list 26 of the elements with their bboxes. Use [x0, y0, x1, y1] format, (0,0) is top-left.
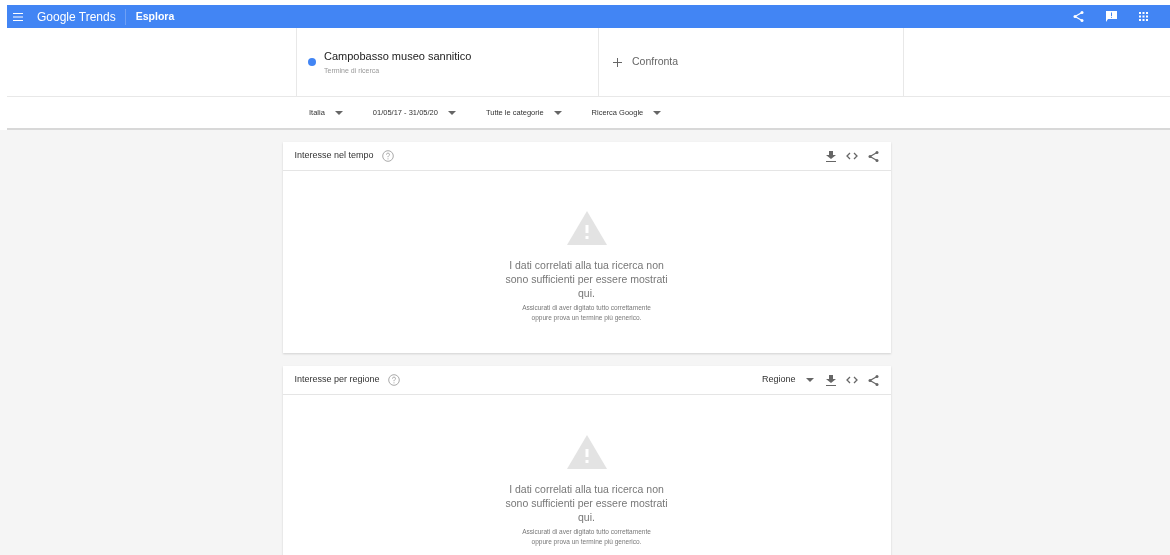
embed-code-icon[interactable] — [845, 376, 858, 384]
download-icon[interactable] — [825, 150, 836, 162]
warning-icon — [566, 435, 607, 469]
region-dropdown[interactable]: Regione — [761, 373, 814, 387]
search-term: Campobasso museo sannitico — [324, 49, 472, 64]
warning-icon — [566, 211, 607, 245]
caret-icon — [447, 110, 456, 115]
feedback-icon[interactable] — [1106, 11, 1117, 22]
plus-icon — [613, 57, 622, 67]
caret-icon — [805, 378, 814, 382]
app-logo[interactable]: Google Trends — [37, 7, 116, 26]
empty-message: I dati correlati alla tua ricerca non sono sufficienti per essere mostrati qui. — [504, 482, 669, 524]
caret-icon — [553, 110, 562, 115]
apps-grid-icon[interactable] — [1139, 12, 1148, 21]
empty-message: I dati correlati alla tua ricerca non sono sufficienti per essere mostrati qui. — [504, 258, 669, 300]
embed-code-icon[interactable] — [845, 152, 858, 160]
card-title: Interesse per regione — [294, 373, 380, 387]
download-icon[interactable] — [825, 374, 836, 386]
compare-button[interactable]: Confronta — [599, 28, 904, 96]
page-title: Esplora — [135, 8, 175, 24]
caret-icon — [334, 110, 343, 115]
share-icon[interactable] — [867, 150, 879, 162]
share-icon[interactable] — [867, 374, 879, 386]
caret-icon — [653, 110, 662, 115]
menu-icon[interactable] — [13, 12, 23, 21]
card-title: Interesse nel tempo — [294, 149, 374, 163]
